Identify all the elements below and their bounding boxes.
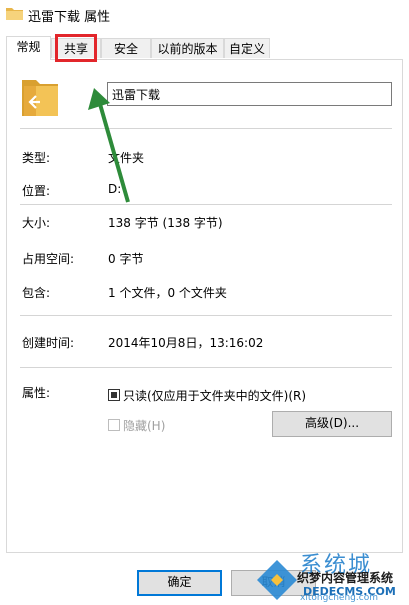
location-value: D:\ [108,182,126,196]
tab-highlight-box [55,34,97,62]
hidden-checkbox[interactable] [108,419,120,431]
type-label: 类型: [22,151,51,165]
window-title: 迅雷下载 属性 [28,10,111,25]
location-label: 位置: [22,184,51,198]
tab-customize[interactable]: 自定义 [224,38,270,58]
advanced-button[interactable]: 高级(D)... [272,411,392,437]
size-label: 大小: [22,216,51,230]
hidden-label[interactable]: 隐藏(H) [123,417,165,434]
watermark-cms: 织梦内容管理系统 [297,571,394,585]
folder-icon [6,8,23,20]
ok-button[interactable]: 确定 [137,570,222,596]
separator [20,367,392,368]
separator [20,128,392,129]
tab-security[interactable]: 安全 [101,38,151,58]
attributes-label: 属性: [22,386,51,400]
separator [20,204,392,205]
created-label: 创建时间: [22,336,75,350]
size-value: 138 字节 (138 字节) [108,216,223,230]
readonly-label[interactable]: 只读(仅应用于文件夹中的文件)(R) [123,387,306,404]
tab-previous-versions[interactable]: 以前的版本 [151,38,224,58]
general-panel [6,59,403,553]
created-value: 2014年10月8日，13:16:02 [108,336,264,350]
size-on-disk-label: 占用空间: [22,252,75,266]
separator [20,315,392,316]
tab-general[interactable]: 常规 [6,36,51,60]
watermark-site: xitongcheng.com [300,593,378,603]
title-bar: 迅雷下载 属性 [0,0,409,30]
size-on-disk-value: 0 字节 [108,252,144,266]
folder-name-input[interactable] [107,82,392,106]
type-value: 文件夹 [108,151,145,165]
readonly-checkbox[interactable] [108,389,120,401]
contains-value: 1 个文件，0 个文件夹 [108,286,227,300]
contains-label: 包含: [22,286,51,300]
folder-large-icon [22,80,58,116]
